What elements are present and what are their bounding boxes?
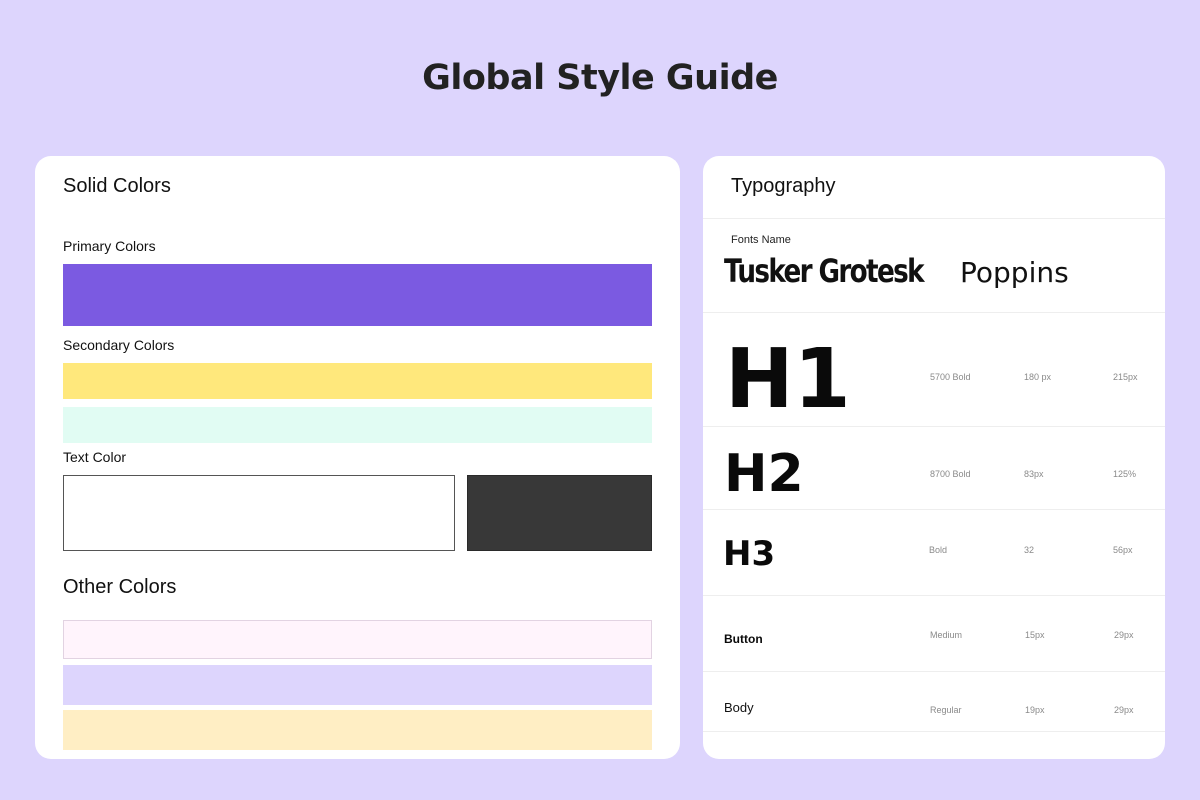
h3-size: 32	[1024, 545, 1035, 555]
text-color-label: Text Color	[63, 449, 127, 465]
h1-weight: 5700 Bold	[930, 372, 971, 382]
secondary-color-swatch-yellow	[63, 363, 652, 399]
body-size: 19px	[1025, 705, 1045, 715]
other-color-swatch-cream	[63, 710, 652, 750]
h2-weight: 8700 Bold	[930, 469, 971, 479]
h1-size: 180 px	[1024, 372, 1052, 382]
solid-colors-title: Solid Colors	[63, 175, 171, 197]
primary-colors-label: Primary Colors	[63, 238, 156, 254]
h3-sample: H3	[723, 534, 776, 574]
button-sample: Button	[724, 632, 763, 646]
divider	[703, 595, 1165, 596]
secondary-colors-label: Secondary Colors	[63, 337, 175, 353]
text-color-swatch-white	[63, 475, 455, 551]
font-name-tusker-grotesk: Tusker Grotesk	[724, 252, 925, 290]
typography-card: Typography Fonts Name Tusker Grotesk Pop…	[703, 156, 1165, 759]
divider	[703, 426, 1165, 427]
typography-title: Typography	[731, 175, 836, 197]
divider	[703, 731, 1165, 732]
h3-line-height: 56px	[1113, 545, 1133, 555]
page-title: Global Style Guide	[422, 58, 778, 98]
divider	[703, 509, 1165, 510]
button-line-height: 29px	[1114, 630, 1134, 640]
divider	[703, 312, 1165, 313]
button-weight: Medium	[930, 630, 963, 640]
other-color-swatch-pink	[63, 620, 652, 659]
h2-sample: H2	[724, 444, 804, 504]
text-color-swatch-dark	[467, 475, 652, 551]
font-name-poppins: Poppins	[960, 256, 1069, 289]
other-colors-title: Other Colors	[63, 576, 177, 598]
fonts-name-label: Fonts Name	[731, 234, 791, 246]
h1-sample: H1	[725, 332, 851, 427]
solid-colors-card: Solid Colors Primary Colors Secondary Co…	[35, 156, 680, 759]
body-line-height: 29px	[1114, 705, 1134, 715]
body-weight: Regular	[930, 705, 962, 715]
h3-weight: Bold	[929, 545, 948, 555]
divider	[703, 671, 1165, 672]
h2-line-height: 125%	[1113, 469, 1137, 479]
h1-line-height: 215px	[1113, 372, 1138, 382]
other-color-swatch-lavender	[63, 665, 652, 705]
h2-size: 83px	[1024, 469, 1044, 479]
body-sample: Body	[724, 700, 754, 715]
button-size: 15px	[1025, 630, 1045, 640]
secondary-color-swatch-mint	[63, 407, 652, 443]
divider	[703, 218, 1165, 219]
primary-color-swatch	[63, 264, 652, 326]
